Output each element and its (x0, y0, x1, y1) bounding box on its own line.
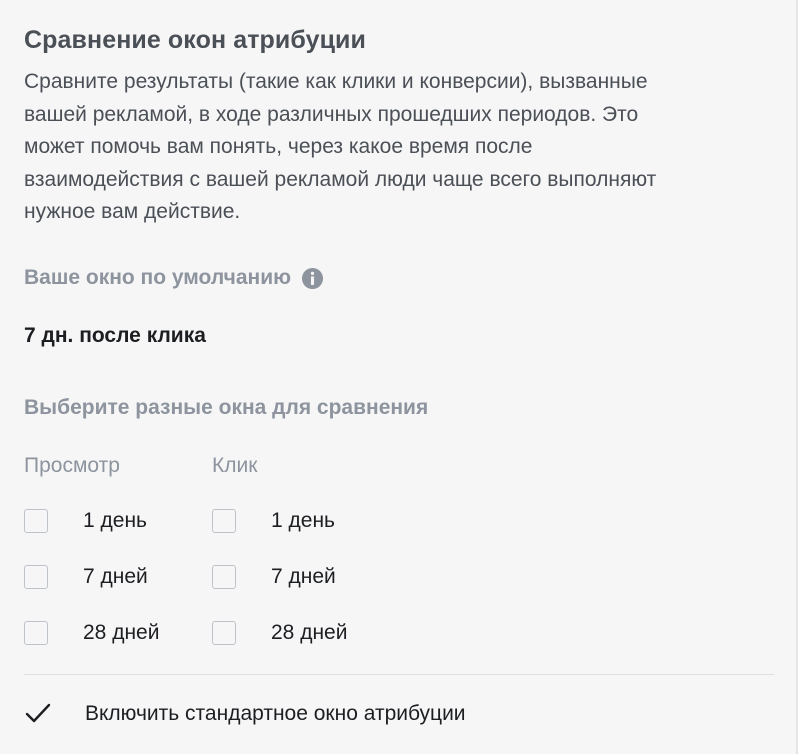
click-28-days-checkbox[interactable] (212, 621, 236, 645)
option-label: 7 дней (271, 565, 336, 588)
option-label: 1 день (83, 509, 147, 532)
view-28-days-checkbox[interactable] (24, 621, 48, 645)
panel-title: Сравнение окон атрибуции (24, 26, 366, 54)
attribution-compare-panel: Сравнение окон атрибуции Сравните резуль… (0, 0, 798, 754)
default-window-label: Ваше окно по умолчанию (24, 266, 292, 289)
compare-windows-label: Выберите разные окна для сравнения (24, 396, 429, 419)
standard-window-option[interactable]: Включить стандартное окно атрибуции (24, 700, 466, 728)
panel-description: Сравните результаты (такие как клики и к… (24, 70, 657, 223)
standard-window-label: Включить стандартное окно атрибуции (85, 702, 466, 725)
default-window-value: 7 дн. после клика (24, 324, 206, 347)
view-column-header: Просмотр (24, 454, 120, 477)
default-window-heading: Ваше окно по умолчанию (24, 266, 324, 290)
option-label: 1 день (271, 509, 335, 532)
view-7-days-checkbox[interactable] (24, 565, 48, 589)
view-option-7-days[interactable]: 7 дней (24, 565, 148, 589)
click-7-days-checkbox[interactable] (212, 565, 236, 589)
click-option-7-days[interactable]: 7 дней (212, 565, 336, 589)
option-label: 7 дней (83, 565, 148, 588)
option-label: 28 дней (271, 621, 348, 644)
view-1-day-checkbox[interactable] (24, 509, 48, 533)
view-option-28-days[interactable]: 28 дней (24, 621, 159, 645)
info-circle-icon[interactable] (301, 267, 324, 290)
click-option-28-days[interactable]: 28 дней (212, 621, 347, 645)
click-column-header: Клик (212, 454, 258, 477)
click-option-1-day[interactable]: 1 день (212, 509, 335, 533)
view-option-1-day[interactable]: 1 день (24, 509, 147, 533)
checkmark-icon[interactable] (24, 700, 52, 728)
section-divider (24, 674, 774, 675)
option-label: 28 дней (83, 621, 160, 644)
click-1-day-checkbox[interactable] (212, 509, 236, 533)
